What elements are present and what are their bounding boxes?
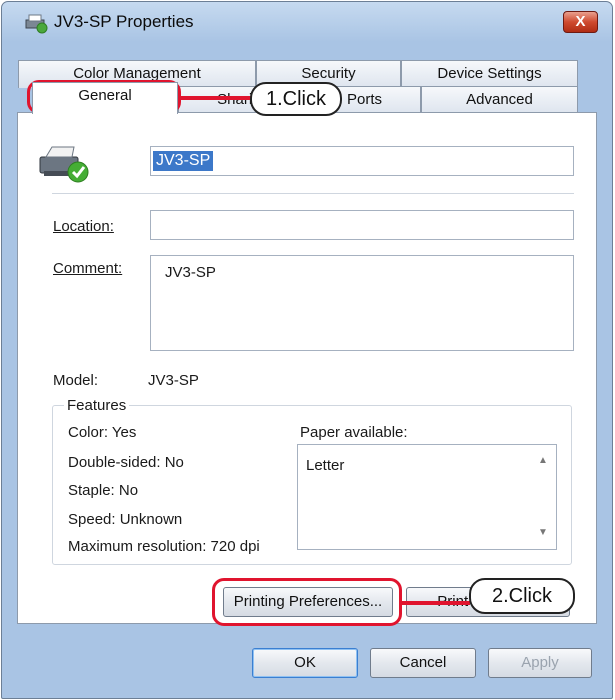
paper-listbox[interactable]: Letter ▲ ▼ bbox=[297, 444, 557, 550]
scroll-down-icon[interactable]: ▼ bbox=[534, 527, 552, 541]
feature-color: Color: Yes bbox=[68, 424, 137, 441]
ok-button[interactable]: OK bbox=[252, 648, 358, 678]
printer-icon bbox=[39, 146, 89, 183]
features-title: Features bbox=[64, 397, 130, 414]
printing-preferences-highlight bbox=[212, 578, 402, 626]
step2-callout: 2.Click bbox=[469, 578, 575, 614]
comment-label: Comment: bbox=[53, 260, 123, 277]
printer-name-input[interactable]: JV3-SP bbox=[150, 146, 574, 176]
tab-device-settings[interactable]: Device Settings bbox=[401, 60, 578, 88]
comment-textarea[interactable]: JV3-SP bbox=[150, 255, 574, 351]
printer-name-value: JV3-SP bbox=[153, 151, 214, 171]
tab-advanced[interactable]: Advanced bbox=[421, 86, 578, 114]
apply-button[interactable]: Apply bbox=[488, 648, 592, 678]
divider bbox=[52, 193, 574, 194]
feature-max-resolution: Maximum resolution: 720 dpi bbox=[68, 538, 260, 555]
step1-callout: 1.Click bbox=[250, 82, 342, 116]
title-bar: JV3-SP Properties X bbox=[2, 2, 612, 44]
callout-connector bbox=[180, 96, 252, 100]
feature-speed: Speed: Unknown bbox=[68, 511, 183, 528]
tab-general[interactable]: General bbox=[32, 82, 178, 114]
scroll-up-icon[interactable]: ▲ bbox=[534, 455, 552, 469]
close-button[interactable]: X bbox=[563, 11, 598, 33]
callout-connector bbox=[400, 601, 470, 605]
model-label: Model: bbox=[53, 372, 99, 389]
cancel-button[interactable]: Cancel bbox=[370, 648, 476, 678]
paper-available-label: Paper available: bbox=[300, 424, 408, 441]
feature-staple: Staple: No bbox=[68, 482, 139, 499]
printer-icon bbox=[25, 14, 48, 34]
location-label: Location: bbox=[53, 218, 114, 235]
list-item[interactable]: Letter bbox=[306, 457, 344, 474]
comment-value: JV3-SP bbox=[165, 264, 216, 281]
window-title: JV3-SP Properties bbox=[54, 12, 194, 31]
feature-double-sided: Double-sided: No bbox=[68, 454, 184, 471]
model-value: JV3-SP bbox=[148, 372, 199, 389]
location-input[interactable] bbox=[150, 210, 574, 240]
